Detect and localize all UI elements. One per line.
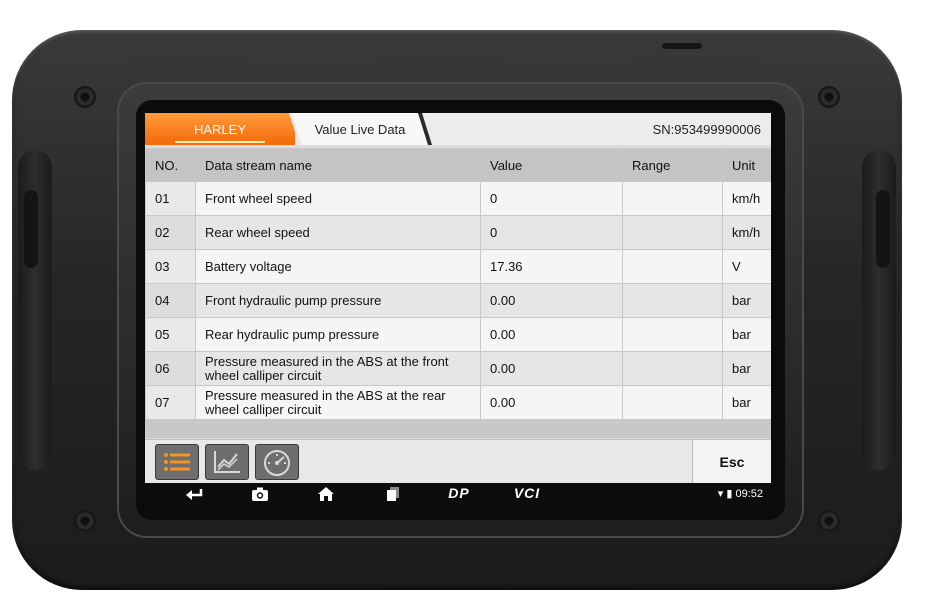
cell-unit: km/h bbox=[723, 216, 771, 249]
back-button[interactable] bbox=[183, 485, 205, 503]
column-header-range: Range bbox=[623, 149, 722, 181]
column-header-unit: Unit bbox=[723, 149, 771, 181]
cell-range bbox=[623, 386, 722, 419]
tab-harley-label: HARLEY bbox=[193, 122, 247, 137]
cell-unit: bar bbox=[723, 318, 771, 351]
battery-icon: ▮ bbox=[726, 488, 733, 500]
power-key[interactable] bbox=[662, 43, 702, 49]
table-row[interactable]: 07 Pressure measured in the ABS at the r… bbox=[146, 386, 771, 419]
table-row[interactable]: 06 Pressure measured in the ABS at the f… bbox=[146, 352, 771, 385]
clock: 09:52 bbox=[735, 488, 763, 500]
right-port-cover bbox=[876, 190, 890, 268]
cell-range bbox=[623, 182, 722, 215]
cell-no: 03 bbox=[146, 250, 195, 283]
cell-unit: bar bbox=[723, 284, 771, 317]
table-row[interactable]: 04 Front hydraulic pump pressure 0.00 ba… bbox=[146, 284, 771, 317]
status-area: ▾ ▮ 09:52 bbox=[718, 487, 763, 500]
cell-unit: km/h bbox=[723, 182, 771, 215]
screenshot-button[interactable] bbox=[249, 485, 271, 503]
cell-unit: bar bbox=[723, 352, 771, 385]
bottom-toolbar: Esc bbox=[145, 439, 771, 484]
vci-button[interactable]: VCI bbox=[505, 485, 549, 503]
cell-value: 0.00 bbox=[481, 386, 622, 419]
tab-value-live-data[interactable]: Value Live Data bbox=[292, 113, 428, 145]
cell-value: 0.00 bbox=[481, 318, 622, 351]
cell-range bbox=[623, 216, 722, 249]
wifi-icon: ▾ bbox=[717, 488, 724, 500]
cell-name: Pressure measured in the ABS at the rear… bbox=[196, 386, 480, 419]
cell-no: 01 bbox=[146, 182, 195, 215]
gauge-icon bbox=[264, 450, 290, 476]
cell-value: 0 bbox=[481, 216, 622, 249]
recent-apps-icon bbox=[387, 487, 399, 501]
column-header-no: NO. bbox=[146, 149, 195, 181]
list-icon bbox=[164, 453, 190, 471]
cell-name: Front wheel speed bbox=[196, 182, 480, 215]
list-view-button[interactable] bbox=[155, 444, 199, 480]
cell-range bbox=[623, 318, 722, 351]
cell-unit: V bbox=[723, 250, 771, 283]
cell-range bbox=[623, 284, 722, 317]
screw-top-right bbox=[818, 86, 840, 108]
cell-value: 0.00 bbox=[481, 352, 622, 385]
cell-name: Front hydraulic pump pressure bbox=[196, 284, 480, 317]
table-header-row: NO. Data stream name Value Range Unit bbox=[146, 149, 771, 181]
gauge-view-button[interactable] bbox=[255, 444, 299, 480]
cell-no: 04 bbox=[146, 284, 195, 317]
cell-no: 02 bbox=[146, 216, 195, 249]
data-stream-table-area[interactable]: NO. Data stream name Value Range Unit 01… bbox=[145, 148, 771, 438]
cell-name: Pressure measured in the ABS at the fron… bbox=[196, 352, 480, 385]
cell-value: 17.36 bbox=[481, 250, 622, 283]
system-nav-bar: DP VCI ▾ ▮ 09:52 bbox=[145, 483, 771, 505]
cell-value: 0 bbox=[481, 182, 622, 215]
cell-unit: bar bbox=[723, 386, 771, 419]
tab-value-live-data-label: Value Live Data bbox=[314, 122, 406, 137]
graph-view-button[interactable] bbox=[205, 444, 249, 480]
esc-button[interactable]: Esc bbox=[692, 440, 771, 484]
serial-number: SN:953499990006 bbox=[652, 122, 761, 137]
column-header-name: Data stream name bbox=[196, 149, 480, 181]
cell-name: Battery voltage bbox=[196, 250, 480, 283]
tab-active-underline bbox=[175, 141, 265, 143]
cell-no: 05 bbox=[146, 318, 195, 351]
cell-range bbox=[623, 250, 722, 283]
left-port-cover bbox=[24, 190, 38, 268]
home-icon bbox=[318, 487, 334, 501]
screw-bottom-right bbox=[818, 510, 840, 532]
table-row[interactable]: 05 Rear hydraulic pump pressure 0.00 bar bbox=[146, 318, 771, 351]
data-stream-table: NO. Data stream name Value Range Unit 01… bbox=[145, 148, 771, 420]
table-row[interactable]: 03 Battery voltage 17.36 V bbox=[146, 250, 771, 283]
graph-icon bbox=[214, 451, 240, 473]
column-header-value: Value bbox=[481, 149, 622, 181]
cell-name: Rear wheel speed bbox=[196, 216, 480, 249]
cell-value: 0.00 bbox=[481, 284, 622, 317]
back-arrow-icon bbox=[186, 489, 203, 500]
cell-name: Rear hydraulic pump pressure bbox=[196, 318, 480, 351]
app-screen: HARLEY Value Live Data SN:953499990006 N… bbox=[145, 113, 771, 505]
cell-no: 07 bbox=[146, 386, 195, 419]
screw-bottom-left bbox=[74, 510, 96, 532]
cell-range bbox=[623, 352, 722, 385]
title-bar: HARLEY Value Live Data SN:953499990006 bbox=[145, 113, 771, 145]
dp-button[interactable]: DP bbox=[439, 485, 479, 503]
table-row[interactable]: 02 Rear wheel speed 0 km/h bbox=[146, 216, 771, 249]
home-button[interactable] bbox=[315, 485, 337, 503]
recent-apps-button[interactable] bbox=[382, 485, 404, 503]
camera-icon bbox=[252, 487, 268, 501]
screw-top-left bbox=[74, 86, 96, 108]
table-row[interactable]: 01 Front wheel speed 0 km/h bbox=[146, 182, 771, 215]
cell-no: 06 bbox=[146, 352, 195, 385]
